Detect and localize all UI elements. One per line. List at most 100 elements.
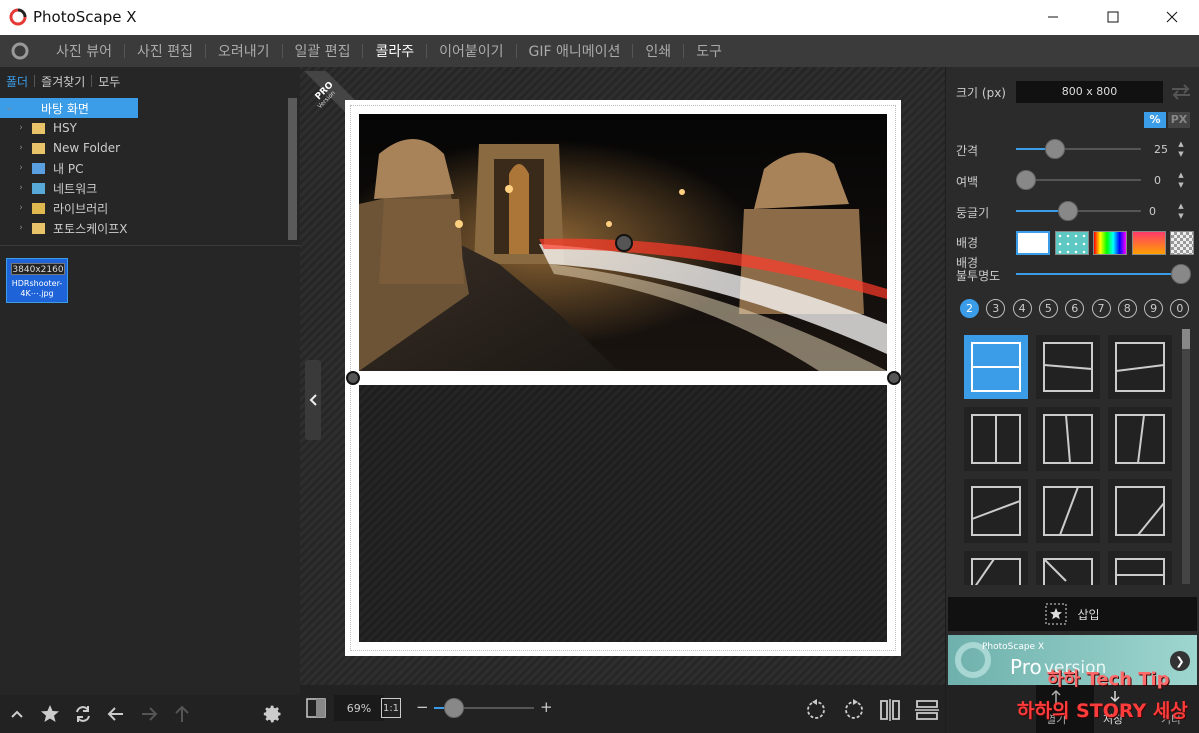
folder-tree-item[interactable]: › 포토스케이프X xyxy=(0,218,260,238)
menu-item-8[interactable]: 도구 xyxy=(684,41,734,61)
photo-count-0[interactable]: 0 xyxy=(1170,299,1190,318)
size-input[interactable]: 800 x 800 xyxy=(1016,81,1163,103)
favorite-button[interactable] xyxy=(33,695,66,733)
flip-horizontal-icon[interactable] xyxy=(878,698,902,722)
home-logo-icon[interactable] xyxy=(9,41,31,61)
layout-2-corner-a[interactable] xyxy=(964,551,1028,585)
folder-tree-item[interactable]: › 네트워크 xyxy=(0,178,260,198)
menu-item-0[interactable]: 사진 뷰어 xyxy=(44,41,124,61)
divider-handle-right[interactable] xyxy=(887,371,901,385)
menu-item-3[interactable]: 일괄 편집 xyxy=(283,41,363,61)
photo-count-2[interactable]: 2 xyxy=(960,299,979,318)
collapse-caret-icon[interactable]: › xyxy=(16,123,26,133)
photo-count-5[interactable]: 5 xyxy=(1038,299,1058,318)
layout-2-tilted-split-b[interactable] xyxy=(1108,335,1172,399)
spacing-slider-knob[interactable] xyxy=(1045,139,1065,159)
menu-item-7[interactable]: 인쇄 xyxy=(633,41,683,61)
stepper-arrows-icon[interactable]: ▲ ▼ xyxy=(1176,201,1186,221)
layout-2-horizontal-split[interactable] xyxy=(964,335,1028,399)
close-button[interactable] xyxy=(1149,0,1195,33)
collapse-left-panel-button[interactable] xyxy=(305,360,321,440)
round-slider-knob[interactable] xyxy=(1058,201,1078,221)
background-swatch-white[interactable] xyxy=(1016,231,1050,255)
collapse-caret-icon[interactable]: › xyxy=(16,143,26,153)
expand-caret-icon[interactable]: ⌄ xyxy=(4,103,14,113)
zoom-in-button[interactable]: + xyxy=(540,698,553,716)
maximize-button[interactable] xyxy=(1090,0,1136,33)
round-slider[interactable] xyxy=(1016,201,1141,221)
spacing-slider[interactable] xyxy=(1016,139,1141,159)
folder-tree-item[interactable]: › New Folder xyxy=(0,138,260,158)
background-swatch-pattern[interactable] xyxy=(1055,231,1089,255)
round-stepper[interactable]: 0 ▲ ▼ xyxy=(1144,201,1186,221)
photo-count-6[interactable]: 6 xyxy=(1065,299,1085,318)
spacing-stepper[interactable]: 25 ▲ ▼ xyxy=(1144,139,1186,159)
collapse-up-button[interactable] xyxy=(0,695,33,733)
layout-2-vertical-tilt-b[interactable] xyxy=(1108,407,1172,471)
bg-opacity-slider[interactable] xyxy=(1016,264,1191,284)
rotate-left-icon[interactable] xyxy=(805,698,829,722)
menu-item-4[interactable]: 콜라주 xyxy=(363,41,426,61)
stepper-arrows-icon[interactable]: ▲ ▼ xyxy=(1176,139,1186,159)
back-button[interactable] xyxy=(99,695,132,733)
toggle-background-icon[interactable] xyxy=(306,698,326,718)
layout-2-corner-b[interactable] xyxy=(1036,551,1100,585)
banner-go-icon[interactable]: ❯ xyxy=(1170,651,1190,671)
zoom-actual-size-button[interactable]: 1:1 xyxy=(381,698,401,718)
minimize-button[interactable] xyxy=(1030,0,1076,33)
swap-dimensions-icon[interactable] xyxy=(1170,83,1192,101)
folder-tree-item[interactable]: ⌄ 바탕 화면 xyxy=(0,98,138,118)
photo-count-4[interactable]: 4 xyxy=(1012,299,1032,318)
flip-vertical-icon[interactable] xyxy=(914,698,940,722)
collage-cell-2-empty[interactable] xyxy=(359,385,887,642)
layout-grid-scrollbar[interactable] xyxy=(1182,329,1190,584)
folder-tree-item[interactable]: › 내 PC xyxy=(0,158,260,178)
tab-favorites[interactable]: 즐겨찾기 xyxy=(35,73,91,90)
image-thumbnail[interactable]: 3840x2160 HDRshooter-4K⋯.jpg xyxy=(6,258,68,303)
layout-2-corner-c[interactable] xyxy=(1108,551,1172,585)
photo-count-8[interactable]: 8 xyxy=(1117,299,1137,318)
menu-item-6[interactable]: GIF 애니메이션 xyxy=(517,41,633,61)
zoom-slider[interactable] xyxy=(434,698,534,718)
background-swatch-rainbow[interactable] xyxy=(1093,231,1127,255)
photo-count-3[interactable]: 3 xyxy=(986,299,1006,318)
collapse-caret-icon[interactable]: › xyxy=(16,203,26,213)
photo-count-7[interactable]: 7 xyxy=(1091,299,1111,318)
divider-handle-left[interactable] xyxy=(346,371,360,385)
layout-2-diagonal-c[interactable] xyxy=(1108,479,1172,543)
tab-folders[interactable]: 폴더 xyxy=(0,73,34,90)
unit-percent-button[interactable]: % xyxy=(1144,112,1166,128)
folder-tree-item[interactable]: › 라이브러리 xyxy=(0,198,260,218)
forward-button[interactable] xyxy=(132,695,165,733)
folder-tree-item[interactable]: › HSY xyxy=(0,118,260,138)
margin-slider-knob[interactable] xyxy=(1016,170,1036,190)
zoom-out-button[interactable]: − xyxy=(416,698,429,716)
background-swatch-transparent[interactable] xyxy=(1170,231,1194,255)
zoom-percent[interactable]: 69% xyxy=(334,695,384,721)
layout-2-tilted-split-a[interactable] xyxy=(1036,335,1100,399)
margin-slider[interactable] xyxy=(1016,170,1141,190)
margin-stepper[interactable]: 0 ▲ ▼ xyxy=(1144,170,1186,190)
zoom-slider-knob[interactable] xyxy=(444,698,464,718)
insert-button[interactable]: 삽입 xyxy=(948,597,1197,631)
bg-opacity-slider-knob[interactable] xyxy=(1171,264,1191,284)
up-folder-button[interactable] xyxy=(165,695,198,733)
layout-2-vertical-split[interactable] xyxy=(964,407,1028,471)
refresh-button[interactable] xyxy=(66,695,99,733)
collapse-caret-icon[interactable]: › xyxy=(16,163,26,173)
collapse-caret-icon[interactable]: › xyxy=(16,223,26,233)
photo-count-9[interactable]: 9 xyxy=(1144,299,1164,318)
rotate-right-icon[interactable] xyxy=(841,698,865,722)
layout-2-diagonal-b[interactable] xyxy=(1036,479,1100,543)
menu-item-1[interactable]: 사진 편집 xyxy=(125,41,205,61)
tab-all[interactable]: 모두 xyxy=(92,73,126,90)
unit-px-button[interactable]: PX xyxy=(1168,112,1190,128)
layout-2-diagonal-a[interactable] xyxy=(964,479,1028,543)
layout-scrollbar-thumb[interactable] xyxy=(1182,329,1190,349)
background-swatch-gradient[interactable] xyxy=(1132,231,1166,255)
menu-item-5[interactable]: 이어붙이기 xyxy=(427,41,515,61)
collapse-caret-icon[interactable]: › xyxy=(16,183,26,193)
browser-settings-button[interactable] xyxy=(256,695,289,733)
menu-item-2[interactable]: 오려내기 xyxy=(206,41,282,61)
layout-2-vertical-tilt-a[interactable] xyxy=(1036,407,1100,471)
